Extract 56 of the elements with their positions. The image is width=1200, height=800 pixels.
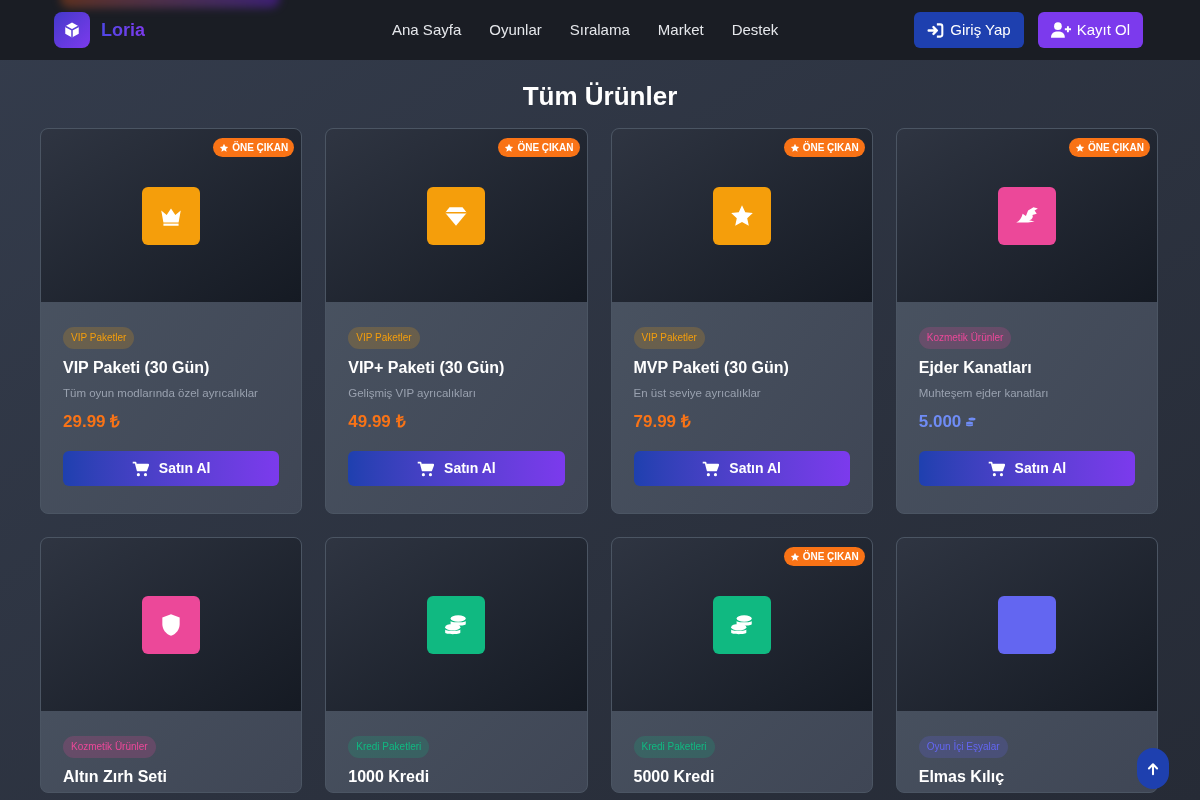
star-icon <box>1074 142 1085 153</box>
cart-icon <box>131 460 149 477</box>
category-tag: VIP Paketler <box>63 327 135 349</box>
star-icon <box>789 142 800 153</box>
buy-button[interactable]: Satın Al <box>633 451 850 486</box>
category-tag: Kozmetik Ürünler <box>918 327 1012 349</box>
product-description: Gelişmiş VIP ayrıcalıkları <box>348 386 477 401</box>
product-name: VIP Paketi (30 Gün) <box>63 358 211 378</box>
nav-link[interactable]: Sıralama <box>569 18 630 42</box>
category-tag: VIP Paketler <box>633 327 705 349</box>
product-price: 79.99 ₺ <box>633 411 691 434</box>
product-price: 49.99 ₺ <box>348 411 406 434</box>
featured-badge: ÖNE ÇIKAN <box>498 138 580 157</box>
buy-button[interactable]: Satın Al <box>63 451 280 486</box>
category-tag: Kredi Paketleri <box>348 736 430 758</box>
nav-link[interactable]: Ana Sayfa <box>392 18 462 42</box>
coins-icon <box>965 416 978 428</box>
cart-icon <box>987 460 1005 477</box>
product-description: Tüm oyun modlarında özel ayrıcalıklar <box>63 386 259 401</box>
user-plus-icon <box>1050 22 1071 38</box>
product-name: 5000 Kredi <box>633 767 716 787</box>
product-price: 29.99 ₺ <box>63 411 121 434</box>
category-tag: Kredi Paketleri <box>633 736 715 758</box>
product-name: Ejder Kanatları <box>918 358 1033 378</box>
featured-badge: ÖNE ÇIKAN <box>783 547 865 566</box>
login-button[interactable]: Giriş Yap <box>914 12 1024 48</box>
featured-badge: ÖNE ÇIKAN <box>213 138 295 157</box>
product-name: Elmas Kılıç <box>918 767 1006 787</box>
nav-link[interactable]: Market <box>657 18 704 42</box>
star-icon <box>504 142 515 153</box>
register-button[interactable]: Kayıt Ol <box>1037 12 1143 48</box>
product-price: 5.000 <box>918 411 962 434</box>
star-icon <box>219 142 230 153</box>
category-tag: Oyun İçi Eşyalar <box>918 736 1008 758</box>
category-tag: Kozmetik Ürünler <box>63 736 156 758</box>
category-tag: VIP Paketler <box>348 327 420 349</box>
page-title: Tüm Ürünler <box>521 80 679 113</box>
product-name: 1000 Kredi <box>348 767 431 787</box>
buy-button[interactable]: Satın Al <box>348 451 565 486</box>
product-name: MVP Paketi (30 Gün) <box>633 358 790 378</box>
product-description: En üst seviye ayrıcalıklar <box>633 386 762 401</box>
cart-icon <box>702 460 720 477</box>
featured-badge: ÖNE ÇIKAN <box>1068 138 1150 157</box>
featured-badge: ÖNE ÇIKAN <box>783 138 865 157</box>
login-icon <box>927 22 945 38</box>
product-name: VIP+ Paketi (30 Gün) <box>348 358 506 378</box>
product-description: Muhteşem ejder kanatları <box>918 386 1050 401</box>
logo-icon[interactable] <box>54 12 90 48</box>
product-name: Altın Zırh Seti <box>63 767 168 787</box>
arrow-up-icon <box>1146 761 1160 776</box>
nav-link[interactable]: Destek <box>731 18 779 42</box>
buy-button[interactable]: Satın Al <box>918 451 1135 486</box>
star-icon <box>789 551 800 562</box>
cart-icon <box>417 460 435 477</box>
scroll-top-button[interactable] <box>1137 748 1169 789</box>
nav-link[interactable]: Oyunlar <box>489 18 542 42</box>
